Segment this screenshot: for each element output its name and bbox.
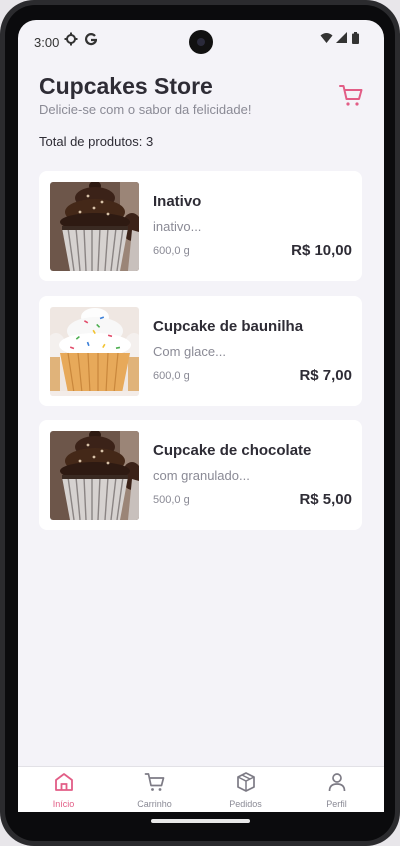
nav-item-cart[interactable]: Carrinho (109, 767, 200, 813)
nav-label-orders: Pedidos (229, 799, 262, 809)
product-card[interactable]: Cupcake de baunilha Com glace... 600,0 g… (39, 296, 362, 406)
chocolate-cupcake-image (50, 182, 139, 271)
cart-icon (144, 773, 165, 791)
nav-label-profile: Perfil (326, 799, 347, 809)
box-icon (237, 772, 255, 792)
page-title: Cupcakes Store (39, 73, 213, 99)
cart-icon (339, 85, 363, 106)
product-image (50, 431, 139, 520)
product-image (50, 182, 139, 271)
phone-bezel: 3:00 Cupcakes Store Delicie-se com o sab… (5, 5, 395, 841)
product-image (50, 307, 139, 396)
battery-icon (352, 32, 359, 44)
settings-gear-icon (64, 32, 78, 46)
product-weight: 600,0 g (153, 370, 190, 382)
product-card[interactable]: Cupcake de chocolate com granulado... 50… (39, 420, 362, 530)
product-description: Com glace... (153, 344, 226, 359)
nav-item-home[interactable]: Início (18, 767, 109, 813)
google-icon (84, 33, 97, 46)
status-bar: 3:00 (18, 20, 384, 62)
product-name: Cupcake de chocolate (153, 442, 312, 459)
product-name: Cupcake de baunilha (153, 318, 304, 335)
product-count: Total de produtos: 3 (39, 134, 154, 149)
product-price: R$ 7,00 (299, 367, 352, 384)
status-time: 3:00 (34, 35, 60, 50)
home-gesture-bar[interactable] (151, 819, 250, 823)
bottom-navigation: Início Carrinho Pedidos Perfil (18, 766, 384, 813)
nav-label-home: Início (52, 799, 75, 809)
phone-frame: 3:00 Cupcakes Store Delicie-se com o sab… (0, 0, 400, 846)
home-icon (55, 773, 73, 791)
product-price: R$ 10,00 (291, 242, 352, 259)
product-name: Inativo (153, 193, 202, 210)
page-subtitle: Delicie-se com o sabor da felicidade! (39, 102, 252, 117)
product-description: inativo... (153, 219, 202, 234)
app-screen: 3:00 Cupcakes Store Delicie-se com o sab… (18, 20, 384, 832)
nav-item-profile[interactable]: Perfil (291, 767, 382, 813)
product-description: com granulado... (153, 468, 250, 483)
nav-label-cart: Carrinho (137, 799, 172, 809)
product-weight: 600,0 g (153, 245, 190, 257)
chocolate-cupcake-image (50, 431, 139, 520)
header-cart-button[interactable] (338, 82, 364, 108)
product-weight: 500,0 g (153, 494, 190, 506)
signal-icon (336, 32, 347, 43)
product-price: R$ 5,00 (299, 491, 352, 508)
front-camera (189, 30, 213, 54)
nav-item-orders[interactable]: Pedidos (200, 767, 291, 813)
vanilla-cupcake-image (50, 307, 139, 396)
wifi-icon (320, 33, 333, 43)
gesture-area (18, 812, 384, 832)
user-icon (328, 773, 346, 792)
product-card[interactable]: Inativo inativo... 600,0 g R$ 10,00 (39, 171, 362, 281)
